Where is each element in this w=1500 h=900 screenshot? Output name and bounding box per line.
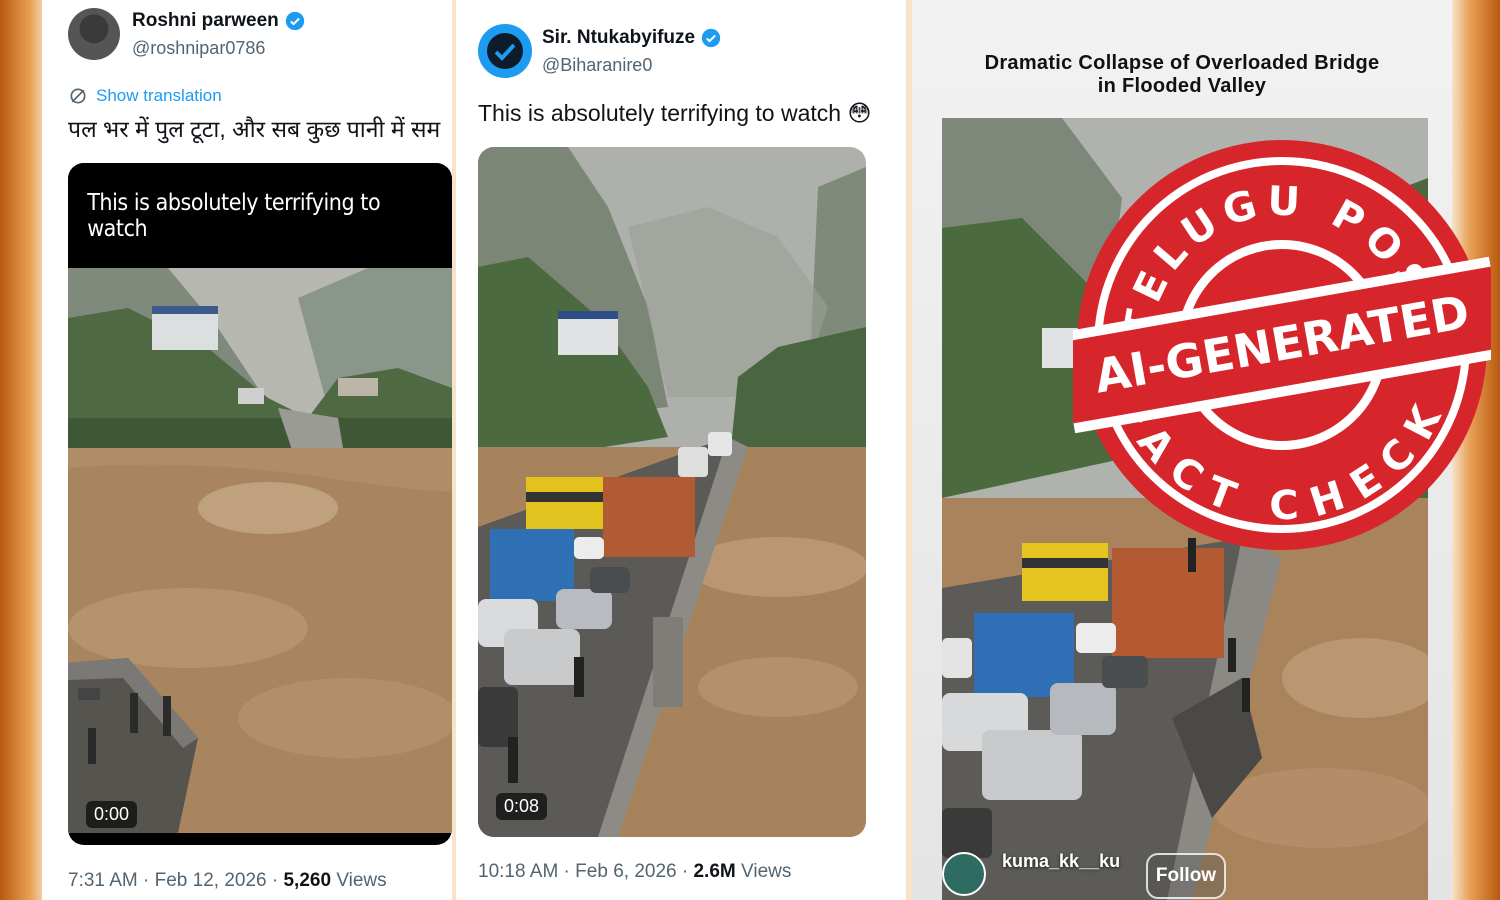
user-name[interactable]: Sir. Ntukabyifuze xyxy=(542,27,721,49)
user-name[interactable]: Roshni parween xyxy=(132,10,305,32)
avatar[interactable] xyxy=(68,8,120,60)
verified-icon xyxy=(701,28,721,48)
views-count: 2.6M xyxy=(693,861,736,882)
translate-icon xyxy=(70,88,86,104)
reel-username[interactable]: kuma_kk__ku xyxy=(1002,851,1120,872)
user-handle[interactable]: @Biharanire0 xyxy=(542,55,652,76)
video-timer: 0:00 xyxy=(86,801,138,828)
views-label: Views xyxy=(741,861,792,882)
flood-scene-1 xyxy=(68,268,452,833)
tweet-date[interactable]: Feb 6, 2026 xyxy=(575,861,676,882)
user-handle[interactable]: @roshnipar0786 xyxy=(132,38,265,59)
tweet-date[interactable]: Feb 12, 2026 xyxy=(155,870,267,891)
tweet-time[interactable]: 10:18 AM xyxy=(478,861,558,882)
flushed-emoji-icon: 😳 xyxy=(847,100,872,126)
reel-title-line1: Dramatic Collapse of Overloaded Bridge xyxy=(984,52,1380,74)
views-label: Views xyxy=(336,870,387,891)
tweet-meta: 7:31 AM · Feb 12, 2026 · 5,260 Views xyxy=(68,870,387,891)
views-count: 5,260 xyxy=(283,870,332,891)
ai-generated-stamp: TELUGU POST FACT CHECK AI-GENERATED xyxy=(1073,140,1491,550)
avatar[interactable] xyxy=(478,24,532,78)
tweet-panel-1: Roshni parween @roshnipar0786 Show trans… xyxy=(42,0,452,900)
show-translation-label[interactable]: Show translation xyxy=(96,86,222,106)
tweet-text-body: This is absolutely terrifying to watch xyxy=(478,100,842,126)
show-translation-link[interactable]: Show translation xyxy=(68,86,222,106)
verified-icon xyxy=(285,11,304,31)
reel-avatar[interactable] xyxy=(942,852,986,896)
reel-title: Dramatic Collapse of Overloaded Bridge i… xyxy=(912,52,1452,98)
tweet-text: This is absolutely terrifying to watch 😳 xyxy=(478,100,871,127)
user-name-text[interactable]: Roshni parween xyxy=(132,10,279,32)
video-player[interactable]: 0:08 xyxy=(478,147,866,837)
user-name-text[interactable]: Sir. Ntukabyifuze xyxy=(542,27,695,49)
tweet-time[interactable]: 7:31 AM xyxy=(68,870,138,891)
tweet-meta: 10:18 AM · Feb 6, 2026 · 2.6M Views xyxy=(478,861,792,882)
flood-scene-2 xyxy=(478,147,866,837)
check-avatar-icon xyxy=(487,33,523,69)
follow-button[interactable]: Follow xyxy=(1146,853,1226,899)
video-timer: 0:08 xyxy=(496,793,548,820)
tweet-panel-2: Sir. Ntukabyifuze @Biharanire0 This is a… xyxy=(456,0,906,900)
video-player[interactable]: This is absolutely terrifying to watch 0… xyxy=(68,163,452,845)
reel-title-line2: in Flooded Valley xyxy=(1097,75,1267,97)
video-caption: This is absolutely terrifying to watch xyxy=(87,189,381,242)
tweet-text: पल भर में पुल टूटा, और सब कुछ पानी में स… xyxy=(68,116,441,142)
